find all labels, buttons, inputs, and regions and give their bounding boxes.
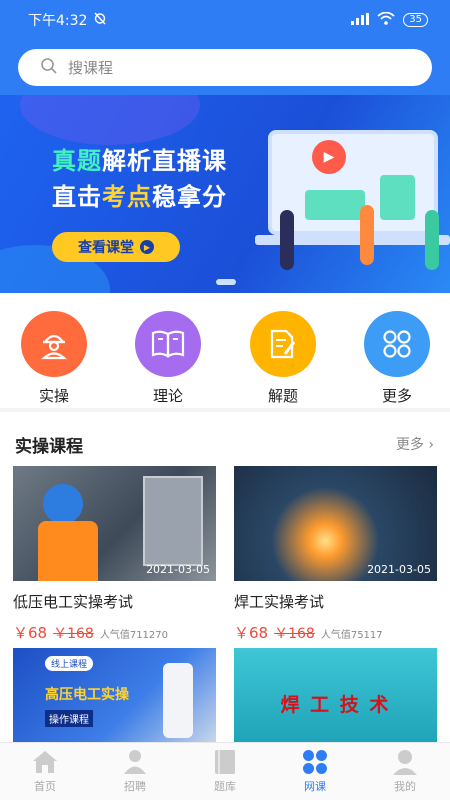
search-icon xyxy=(40,57,58,79)
book-icon xyxy=(135,311,201,377)
nav-label: 我的 xyxy=(394,780,416,793)
document-edit-icon xyxy=(250,311,316,377)
signal-icon xyxy=(351,12,370,28)
bottom-nav: 首页 招聘 题库 网课 我的 xyxy=(0,742,450,800)
course-overlay-subtitle: 操作课程 xyxy=(45,710,93,727)
home-icon xyxy=(31,749,59,775)
banner-headline-2: 直击考点稳拿分 xyxy=(52,177,227,212)
course-thumbnail: 焊 工 技 术 xyxy=(234,648,437,742)
course-overlay-title: 高压电工实操 xyxy=(45,687,129,703)
course-title: 焊工实操考试 xyxy=(234,593,325,611)
nav-label: 题库 xyxy=(214,780,236,793)
course-price: ￥68 xyxy=(13,624,48,642)
status-bar: 下午4:32 35 xyxy=(0,0,450,40)
helmet-illustration xyxy=(43,484,83,524)
view-class-button[interactable]: 查看课堂 ▶ xyxy=(52,232,180,262)
section-more-link[interactable]: 更多 › xyxy=(396,434,434,454)
user-icon xyxy=(391,749,419,775)
practical-courses-section: 实操课程 更多 › 2021-03-05 低压电工实操考试 ￥68 ￥168 人… xyxy=(0,412,450,742)
nav-question-bank[interactable]: 题库 xyxy=(180,743,270,800)
banner-decoration xyxy=(20,95,200,145)
banner-headline-1: 真题解析直播课 xyxy=(52,141,227,176)
worker-vest-illustration xyxy=(38,521,98,581)
course-date: 2021-03-05 xyxy=(367,563,431,576)
course-thumbnail: 2021-03-05 xyxy=(13,466,216,581)
category-more[interactable]: 更多 xyxy=(362,311,432,406)
battery-indicator: 35 xyxy=(403,13,428,27)
play-icon: ▶ xyxy=(140,240,154,254)
search-bar[interactable]: 搜课程 xyxy=(18,49,432,86)
banner-text: 稳拿分 xyxy=(152,183,227,211)
category-label: 更多 xyxy=(381,387,412,405)
nav-home[interactable]: 首页 xyxy=(0,743,90,800)
category-practical[interactable]: 实操 xyxy=(19,311,89,406)
alarm-off-icon xyxy=(93,11,107,29)
course-original-price: ￥168 xyxy=(53,626,94,642)
nav-label: 网课 xyxy=(304,780,326,793)
person-illustration xyxy=(425,210,439,270)
banner-highlight: 真题 xyxy=(52,147,102,175)
person-illustration xyxy=(360,205,374,265)
wifi-icon xyxy=(377,11,395,28)
grid-icon xyxy=(364,311,430,377)
worker-illustration xyxy=(163,663,193,738)
search-placeholder: 搜课程 xyxy=(68,59,114,77)
course-card[interactable]: 焊 工 技 术 xyxy=(234,648,437,742)
course-price-row: ￥68 ￥168 人气值711270 xyxy=(13,622,216,643)
course-thumbnail: 线上课程 高压电工实操 操作课程 xyxy=(13,648,216,742)
grid-icon xyxy=(301,749,329,775)
top-header: 下午4:32 35 搜课程 xyxy=(0,0,450,95)
nav-label: 招聘 xyxy=(124,780,146,793)
screen-card-illustration xyxy=(305,190,365,220)
course-card[interactable]: 2021-03-05 焊工实操考试 ￥68 ￥168 人气值75117 xyxy=(234,466,437,643)
course-card[interactable]: 线上课程 高压电工实操 操作课程 xyxy=(13,648,216,742)
course-overlay-title: 焊 工 技 术 xyxy=(280,694,391,716)
course-popularity: 人气值711270 xyxy=(99,630,169,641)
section-title: 实操课程 xyxy=(15,437,83,457)
course-title: 低压电工实操考试 xyxy=(13,593,134,611)
chevron-right-icon: › xyxy=(428,437,434,453)
nav-jobs[interactable]: 招聘 xyxy=(90,743,180,800)
category-theory[interactable]: 理论 xyxy=(133,311,203,406)
video-play-icon: ▶ xyxy=(312,140,346,174)
person-icon xyxy=(121,749,149,775)
course-popularity: 人气值75117 xyxy=(320,630,383,641)
status-time: 下午4:32 xyxy=(28,13,88,29)
banner-highlight: 考点 xyxy=(102,183,152,211)
book-icon xyxy=(211,749,239,775)
more-label: 更多 xyxy=(395,437,424,453)
person-illustration xyxy=(280,210,294,270)
screen-card-illustration xyxy=(380,175,415,220)
worker-icon xyxy=(21,311,87,377)
course-date: 2021-03-05 xyxy=(146,563,210,576)
course-card[interactable]: 2021-03-05 低压电工实操考试 ￥68 ￥168 人气值711270 xyxy=(13,466,216,643)
nav-label: 首页 xyxy=(34,780,56,793)
course-thumbnail: 2021-03-05 xyxy=(234,466,437,581)
carousel-indicator[interactable] xyxy=(216,279,236,285)
nav-mine[interactable]: 我的 xyxy=(360,743,450,800)
category-row: 实操 理论 解题 更多 xyxy=(0,293,450,408)
nav-online-course[interactable]: 网课 xyxy=(270,743,360,800)
course-tag: 线上课程 xyxy=(45,656,94,671)
category-label: 实操 xyxy=(38,387,69,405)
course-price: ￥68 xyxy=(234,624,269,642)
category-solve[interactable]: 解题 xyxy=(248,311,318,406)
banner-text: 直击 xyxy=(52,183,102,211)
category-label: 解题 xyxy=(267,387,298,405)
promo-banner[interactable]: 真题解析直播课 直击考点稳拿分 查看课堂 ▶ ▶ xyxy=(0,95,450,293)
course-original-price: ￥168 xyxy=(274,626,315,642)
banner-text: 解析直播课 xyxy=(102,147,227,175)
course-price-row: ￥68 ￥168 人气值75117 xyxy=(234,622,437,643)
category-label: 理论 xyxy=(152,387,183,405)
view-class-label: 查看课堂 xyxy=(78,240,134,256)
electric-panel-illustration xyxy=(143,476,203,566)
